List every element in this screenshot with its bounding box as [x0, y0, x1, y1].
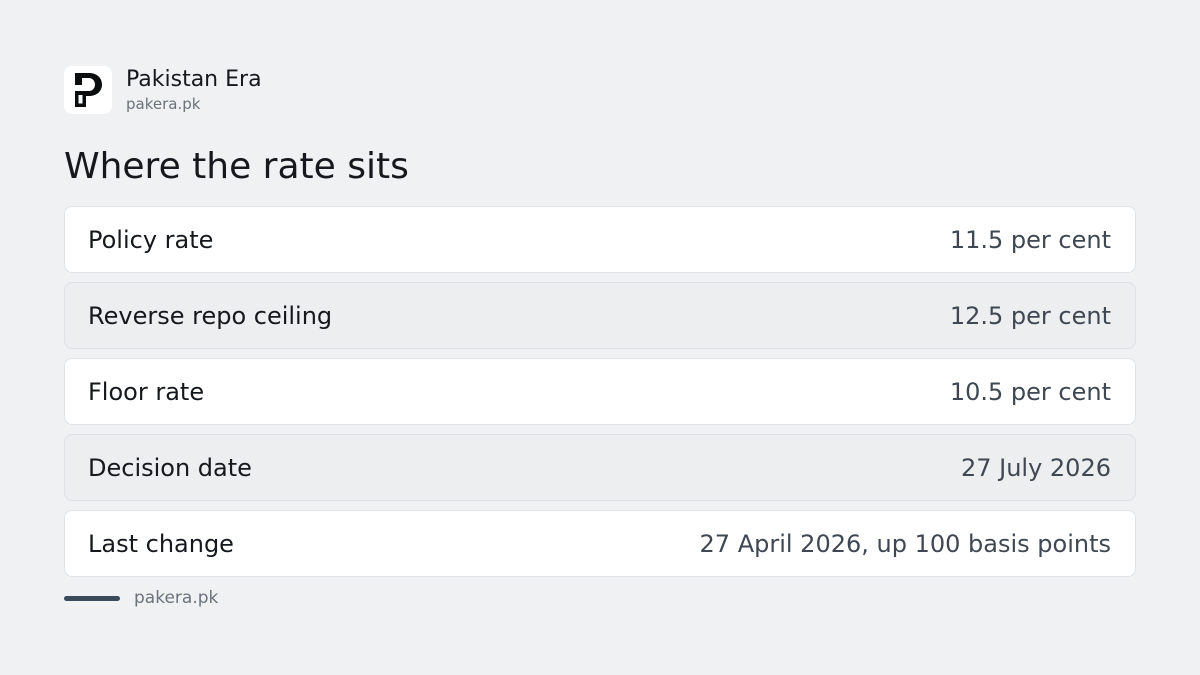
footer: pakera.pk [64, 588, 218, 608]
rate-row-reverse-repo-ceiling: Reverse repo ceiling 12.5 per cent [64, 282, 1136, 349]
rate-row-decision-date: Decision date 27 July 2026 [64, 434, 1136, 501]
row-value: 11.5 per cent [949, 225, 1111, 254]
brand-header: Pakistan Era pakera.pk [64, 66, 262, 114]
row-value: 27 July 2026 [960, 453, 1111, 482]
row-value: 12.5 per cent [949, 301, 1111, 330]
row-label: Floor rate [88, 377, 205, 406]
row-value: 10.5 per cent [949, 377, 1111, 406]
row-value: 27 April 2026, up 100 basis points [699, 529, 1111, 558]
footer-accent-bar [64, 595, 120, 601]
rate-row-policy-rate: Policy rate 11.5 per cent [64, 206, 1136, 273]
row-label: Reverse repo ceiling [88, 301, 333, 330]
row-label: Policy rate [88, 225, 214, 254]
rate-list: Policy rate 11.5 per cent Reverse repo c… [64, 206, 1136, 586]
footer-url: pakera.pk [134, 588, 219, 608]
rate-row-floor-rate: Floor rate 10.5 per cent [64, 358, 1136, 425]
row-label: Decision date [88, 453, 252, 482]
rate-row-last-change: Last change 27 April 2026, up 100 basis … [64, 510, 1136, 577]
brand-url: pakera.pk [126, 95, 201, 113]
pakistan-era-logo-icon [75, 73, 102, 107]
page-title: Where the rate sits [64, 146, 409, 187]
brand-logo [64, 66, 112, 114]
row-label: Last change [88, 529, 234, 558]
brand-name: Pakistan Era [126, 67, 262, 92]
